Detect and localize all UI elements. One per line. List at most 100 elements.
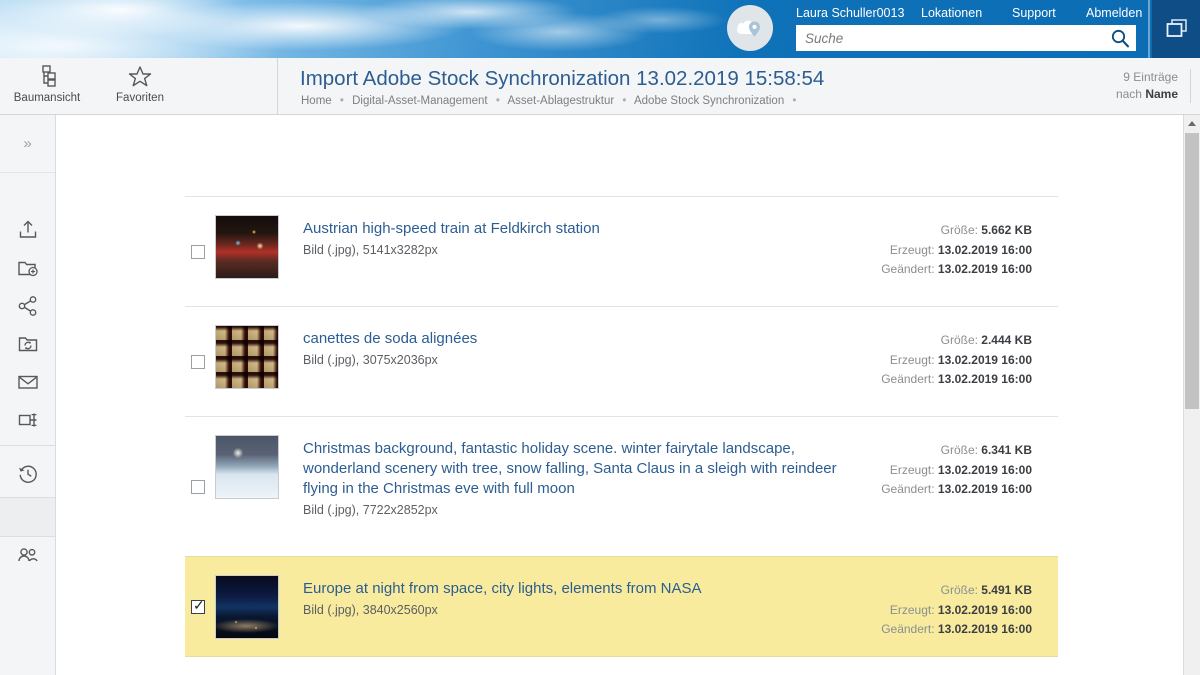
sidebar-item-new-folder[interactable] (0, 249, 55, 287)
vertical-scrollbar[interactable] (1183, 115, 1200, 675)
support-link[interactable]: Support (1012, 6, 1056, 20)
table-row[interactable]: Christmas background, fantastic holiday … (185, 416, 1058, 556)
logout-link[interactable]: Abmelden (1086, 6, 1142, 20)
locations-link[interactable]: Lokationen (921, 6, 982, 20)
meta-modified: Geändert: 13.02.2019 16:00 (881, 620, 1032, 640)
breadcrumb-item-1[interactable]: Digital-Asset-Management (352, 95, 488, 107)
header-tool-icons: Baumansicht Favoriten (0, 58, 278, 115)
favorites-label: Favoriten (116, 92, 164, 104)
thumbnail[interactable] (215, 435, 279, 499)
asset-title-link[interactable]: Christmas background, fantastic holiday … (303, 439, 863, 499)
meta-size: Größe: 5.662 KB (881, 221, 1032, 241)
meta-created: Erzeugt: 13.02.2019 16:00 (881, 601, 1032, 621)
left-sidebar: » (0, 115, 56, 675)
tree-view-button[interactable]: Baumansicht (7, 64, 87, 104)
search-button[interactable] (1105, 26, 1135, 50)
top-banner: Laura Schuller0013 Lokationen Support Ab… (0, 0, 1200, 58)
row-metadata: Größe: 2.444 KB Erzeugt: 13.02.2019 16:00… (881, 331, 1032, 390)
meta-created-label: Erzeugt: (889, 352, 938, 367)
sidebar-active-strip (0, 498, 55, 536)
header-bar: Baumansicht Favoriten Import Adobe Stock… (0, 58, 1200, 115)
upload-icon (19, 220, 36, 238)
row-checkbox[interactable] (191, 354, 205, 369)
row-checkbox[interactable]: ✓ (191, 598, 205, 614)
scrollbar-thumb[interactable] (1185, 133, 1199, 409)
title-block: Import Adobe Stock Synchronization 13.02… (300, 58, 1060, 115)
table-row[interactable]: canettes de soda alignées Bild (.jpg), 30… (185, 306, 1058, 416)
scroll-up-button[interactable] (1184, 115, 1200, 132)
cascade-windows-icon[interactable] (1166, 19, 1188, 44)
sidebar-item-share[interactable] (0, 287, 55, 325)
meta-size: Größe: 5.491 KB (881, 581, 1032, 601)
asset-title-link[interactable]: canettes de soda alignées (303, 329, 863, 349)
user-link[interactable]: Laura Schuller0013 (796, 6, 904, 20)
meta-created: Erzeugt: 13.02.2019 16:00 (881, 461, 1032, 481)
meta-modified: Geändert: 13.02.2019 16:00 (881, 480, 1032, 500)
app-logo[interactable] (727, 5, 773, 51)
meta-created-value: 13.02.2019 16:00 (937, 242, 1032, 257)
row-metadata: Größe: 5.491 KB Erzeugt: 13.02.2019 16:00… (881, 581, 1032, 640)
meta-modified-label: Geändert: (881, 482, 938, 496)
row-checkbox[interactable] (191, 244, 205, 259)
meta-size-label: Größe: (940, 333, 982, 347)
row-checkbox[interactable] (191, 479, 205, 494)
sort-field: Name (1145, 87, 1178, 101)
breadcrumb-item-2[interactable]: Asset-Ablagestruktur (507, 95, 614, 107)
asset-subtitle: Bild (.jpg), 3840x2560px (303, 603, 438, 617)
entry-count-divider (1190, 69, 1191, 103)
row-text: Europe at night from space, city lights,… (303, 557, 863, 629)
sidebar-expand-button[interactable]: » (0, 115, 55, 173)
thumbnail-image (216, 326, 278, 388)
meta-size-label: Größe: (940, 443, 982, 457)
meta-modified-value: 13.02.2019 16:00 (937, 262, 1032, 276)
meta-size-value: 5.662 KB (981, 223, 1032, 237)
sidebar-item-history[interactable] (0, 455, 55, 493)
breadcrumb-sep: • (339, 95, 344, 107)
meta-modified: Geändert: 13.02.2019 16:00 (881, 370, 1032, 390)
meta-modified-label: Geändert: (881, 372, 938, 386)
meta-created-label: Erzeugt: (889, 602, 938, 617)
thumbnail[interactable] (215, 575, 279, 639)
sidebar-item-mail[interactable] (0, 363, 55, 401)
meta-modified-label: Geändert: (881, 262, 938, 276)
users-icon (17, 548, 38, 562)
search-input[interactable] (797, 26, 1105, 50)
thumbnail[interactable] (215, 215, 279, 279)
search-box[interactable] (796, 25, 1136, 51)
asset-title-link[interactable]: Europe at night from space, city lights,… (303, 579, 863, 599)
thumbnail-image (216, 216, 278, 278)
meta-created: Erzeugt: 13.02.2019 16:00 (881, 241, 1032, 261)
share-icon (18, 296, 36, 316)
favorites-button[interactable]: Favoriten (100, 64, 180, 104)
breadcrumb-sep: • (495, 95, 500, 107)
row-text: Christmas background, fantastic holiday … (303, 417, 863, 529)
tag-icon (18, 413, 36, 427)
top-navigation: Laura Schuller0013 Lokationen Support Ab… (796, 6, 1142, 23)
breadcrumb: Home • Digital-Asset-Management • Asset-… (301, 95, 801, 107)
asset-title-link[interactable]: Austrian high-speed train at Feldkirch s… (303, 219, 863, 239)
meta-created-value: 13.02.2019 16:00 (937, 602, 1032, 617)
thumbnail-image (216, 436, 278, 498)
chevron-up-icon (1188, 121, 1196, 126)
meta-modified-value: 13.02.2019 16:00 (937, 482, 1032, 496)
sidebar-item-tag[interactable] (0, 401, 55, 439)
mail-icon (17, 375, 38, 389)
table-row[interactable]: ✓ Europe at night from space, city lights… (185, 556, 1058, 656)
breadcrumb-item-0[interactable]: Home (301, 95, 332, 107)
sidebar-item-sync-folder[interactable] (0, 325, 55, 363)
sidebar-item-users[interactable] (0, 537, 55, 575)
tree-view-icon (7, 64, 87, 90)
meta-size-label: Größe: (940, 583, 982, 597)
thumbnail[interactable] (215, 325, 279, 389)
table-row[interactable]: Austrian high-speed train at Feldkirch s… (185, 196, 1058, 306)
body-area: » Austrian high-speed train at Feldkirch… (0, 115, 1200, 675)
asset-list: Austrian high-speed train at Feldkirch s… (185, 196, 1058, 675)
star-icon (100, 64, 180, 90)
meta-created-value: 13.02.2019 16:00 (937, 352, 1032, 367)
row-text: Lemmy performs during the 24th Wacken Op… (303, 657, 863, 675)
sort-info[interactable]: nach Name (1116, 86, 1178, 103)
table-row[interactable]: Lemmy performs during the 24th Wacken Op… (185, 656, 1058, 675)
sidebar-item-upload[interactable] (0, 211, 55, 249)
meta-modified: Geändert: 13.02.2019 16:00 (881, 260, 1032, 280)
breadcrumb-item-3[interactable]: Adobe Stock Synchronization (634, 95, 784, 107)
